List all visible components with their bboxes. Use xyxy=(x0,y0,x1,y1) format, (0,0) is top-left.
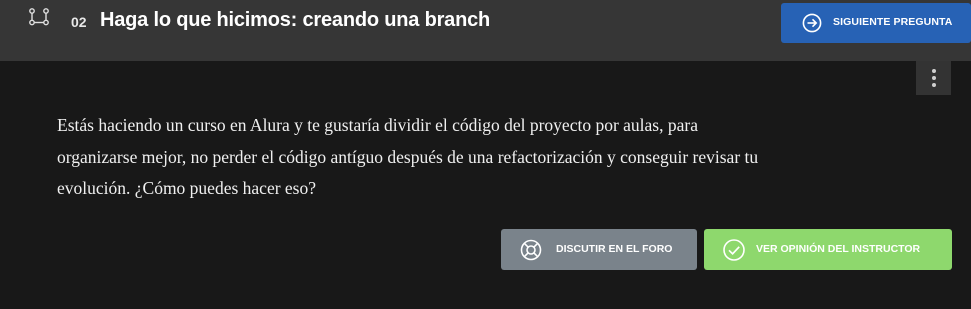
discuss-forum-label: DISCUTIR EN EL FORO xyxy=(556,243,673,255)
view-instructor-opinion-button[interactable]: VER OPINIÓN DEL INSTRUCTOR xyxy=(704,229,952,270)
question-text: Estás haciendo un curso en Alura y te gu… xyxy=(57,110,857,205)
lifebuoy-icon xyxy=(520,239,542,261)
view-instructor-opinion-label: VER OPINIÓN DEL INSTRUCTOR xyxy=(756,243,921,255)
more-options-button[interactable] xyxy=(916,61,951,95)
next-question-button[interactable]: SIGUIENTE PREGUNTA xyxy=(781,3,971,43)
page-title: Haga lo que hicimos: creando una branch xyxy=(100,9,491,31)
lesson-number: 02 xyxy=(71,14,87,30)
question-line: organizarse mejor, no perder el código a… xyxy=(57,146,759,167)
more-vertical-icon-dot xyxy=(932,83,936,87)
next-question-label: SIGUIENTE PREGUNTA xyxy=(833,16,953,28)
question-line: Estás haciendo un curso en Alura y te gu… xyxy=(57,115,698,135)
discuss-forum-button[interactable]: DISCUTIR EN EL FORO xyxy=(501,229,697,270)
branch-icon xyxy=(29,8,49,26)
check-circle-icon xyxy=(723,239,745,261)
more-vertical-icon xyxy=(932,69,936,73)
arrow-right-circle-icon xyxy=(802,13,822,33)
more-vertical-icon-dot xyxy=(932,76,936,80)
question-line: evolución. ¿Cómo puedes hacer eso? xyxy=(57,178,317,198)
top-header: 02 Haga lo que hicimos: creando una bran… xyxy=(0,0,971,61)
